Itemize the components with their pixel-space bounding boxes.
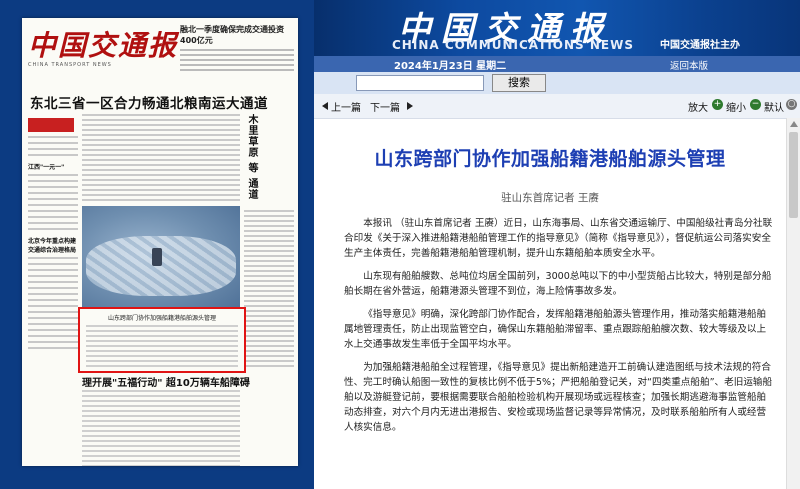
- newspaper-headline[interactable]: 东北三省一区合力畅通北粮南运大通道: [30, 92, 268, 112]
- article-scrollbar[interactable]: [786, 118, 800, 489]
- return-page-link[interactable]: 返回本版: [670, 58, 708, 72]
- zoom-in-label[interactable]: 放大: [688, 99, 708, 114]
- newspaper-panel: 中国交通报 CHINA TRANSPORT NEWS 融北一季度确保完成交通投资…: [0, 0, 314, 489]
- zoom-out-label[interactable]: 缩小: [726, 99, 746, 114]
- search-input[interactable]: [356, 75, 484, 91]
- newspaper-bottom-headline[interactable]: 理开展"五福行动" 超10万辆车船障碍: [82, 374, 250, 389]
- prev-article-link[interactable]: 上一篇: [331, 99, 361, 114]
- default-size-label[interactable]: 默认: [764, 99, 784, 114]
- selected-article-box[interactable]: 山东跨部门协作加强船籍港船舶源头管理: [78, 307, 246, 373]
- article-paragraph: 《指导意见》明确，深化跨部门协作配合，发挥船籍港船舶源头管理作用，推动落实船籍港…: [344, 309, 767, 350]
- side-head-1: 江西"一元一": [28, 164, 65, 171]
- newspaper-bottom-text: [82, 390, 240, 466]
- ship-icon: [152, 248, 162, 266]
- next-arrow-icon: [407, 102, 413, 110]
- scrollbar-thumb[interactable]: [789, 132, 798, 218]
- newspaper-right-column[interactable]: 木里草原 等 通道: [244, 114, 294, 454]
- article-byline: 驻山东首席记者 王赓: [501, 192, 599, 204]
- article-paragraph: 本报讯 （驻山东首席记者 王赓）近日，山东海事局、山东省交通运输厅、中国船级社青…: [344, 218, 773, 259]
- next-article-link[interactable]: 下一篇: [370, 99, 400, 114]
- article-paragraph: 山东现有船舶艘数、总吨位均居全国前列，3000总吨以下的中小型货船占比较大，特别…: [344, 271, 772, 297]
- newspaper-page-image[interactable]: 中国交通报 CHINA TRANSPORT NEWS 融北一季度确保完成交通投资…: [22, 18, 298, 466]
- top-news-headline: 融北一季度确保完成交通投资400亿元: [180, 25, 284, 45]
- prev-arrow-icon: [322, 102, 328, 110]
- search-button[interactable]: 搜索: [492, 74, 546, 92]
- issue-date: 2024年1月23日 星期二: [394, 61, 507, 72]
- article-paragraph: 为加强船籍港船舶全过程管理，《指导意见》提出新船建造开工前确认建造图纸与技术法规…: [344, 362, 773, 433]
- default-size-icon[interactable]: ○: [786, 99, 797, 110]
- newspaper-left-column[interactable]: 江西"一元一" 北京今年重点构建交通综合治理格局: [28, 114, 78, 454]
- article-toolbar: 上一篇 下一篇 放大 + 缩小 − 默认 ○: [314, 94, 800, 119]
- article-title: 山东跨部门协作加强船籍港船舶源头管理: [374, 148, 726, 170]
- selected-article-title: 山东跨部门协作加强船籍港船舶源头管理: [107, 315, 216, 322]
- date-bar: 2024年1月23日 星期二 返回本版: [314, 56, 800, 72]
- newspaper-masthead: 中国交通报 CHINA TRANSPORT NEWS: [28, 24, 178, 70]
- newspaper-text-block[interactable]: [82, 114, 240, 204]
- site-sponsor: 中国交通报社主办: [660, 40, 740, 51]
- article-panel: 上一篇 下一篇 放大 + 缩小 − 默认 ○ 山东跨部门协作加强船籍港船舶源头管…: [314, 94, 800, 489]
- scroll-up-icon[interactable]: [790, 121, 798, 127]
- newspaper-logo: 中国交通报: [28, 29, 179, 62]
- search-bar: 搜索: [314, 72, 800, 94]
- article-body: 本报讯 （驻山东首席记者 王赓）近日，山东海事局、山东省交通运输厅、中国船级社青…: [344, 216, 774, 443]
- right-vertical-title: 木里草原 等 通道: [246, 114, 257, 200]
- newspaper-photo[interactable]: [82, 206, 240, 312]
- side-head-2: 北京今年重点构建交通综合治理格局: [28, 238, 77, 254]
- site-title-en: CHINA COMMUNICATIONS NEWS: [392, 38, 634, 52]
- newspaper-top-news[interactable]: 融北一季度确保完成交通投资400亿元: [180, 24, 294, 71]
- zoom-out-icon[interactable]: −: [750, 99, 761, 110]
- zoom-in-icon[interactable]: +: [712, 99, 723, 110]
